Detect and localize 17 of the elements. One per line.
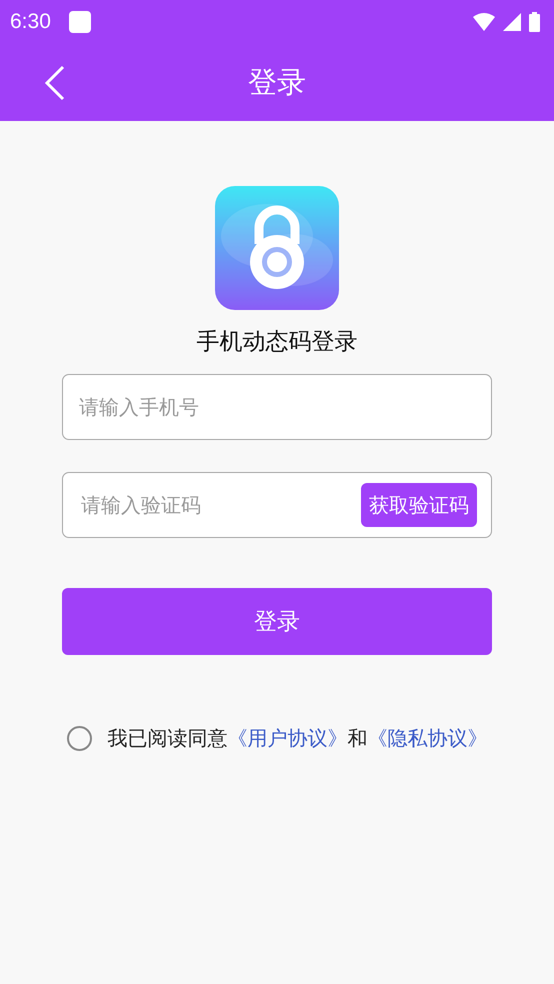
- agree-checkbox[interactable]: [66, 726, 92, 751]
- get-code-button[interactable]: 获取验证码: [361, 483, 477, 527]
- login-button[interactable]: 登录: [62, 588, 492, 655]
- wifi-icon: [473, 13, 495, 31]
- user-agreement-link[interactable]: 《用户协议》: [228, 725, 348, 752]
- notification-icon: [68, 11, 91, 33]
- conjunction-text: 和: [348, 725, 368, 752]
- privacy-agreement-link[interactable]: 《隐私协议》: [368, 725, 488, 752]
- battery-icon: [529, 12, 540, 32]
- phone-input-field[interactable]: 请输入手机号: [62, 374, 492, 440]
- code-input-field[interactable]: 请输入验证码 获取验证码: [62, 472, 492, 538]
- status-time: 6:30: [10, 10, 51, 34]
- page-title: 登录: [248, 64, 306, 100]
- signal-icon: [503, 13, 521, 31]
- agreement-text: 我已阅读同意: [108, 725, 228, 752]
- login-heading: 手机动态码登录: [196, 328, 358, 357]
- lock-logo-icon: [215, 186, 339, 310]
